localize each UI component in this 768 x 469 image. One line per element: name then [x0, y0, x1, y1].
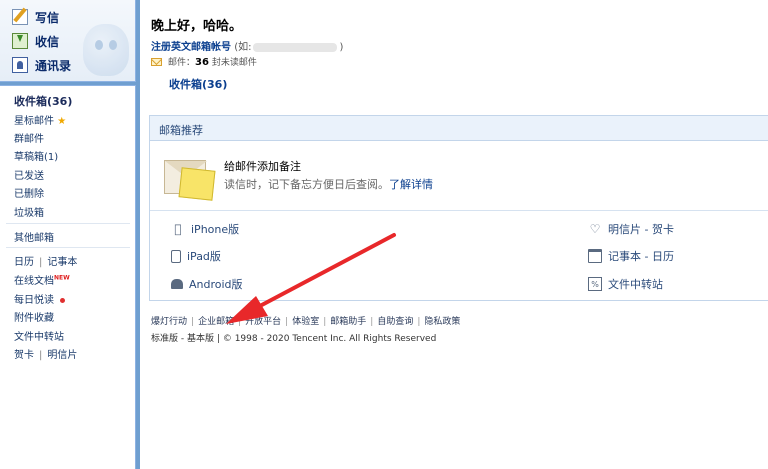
contacts-label: 通讯录 [35, 58, 72, 73]
folder-spam[interactable]: 垃圾箱 [14, 204, 44, 219]
notepad-calendar-label: 记事本 - 日历 [608, 250, 674, 263]
folder-deleted[interactable]: 已删除 [14, 185, 44, 200]
card-postcard-row: 贺卡 | 明信片 [14, 350, 78, 361]
contacts-icon [12, 57, 28, 73]
android-label: Android版 [189, 278, 243, 291]
redacted-address [253, 42, 338, 52]
nav-divider [6, 223, 130, 224]
tablet-icon [171, 249, 181, 263]
apple-icon:  [171, 222, 185, 236]
version-dash: - [180, 334, 185, 344]
new-badge: NEW [54, 274, 70, 282]
postcard-link[interactable]: 明信片 [47, 350, 77, 361]
compose-button[interactable]: 写信 [12, 6, 59, 28]
sticky-note-illustration-icon [164, 156, 216, 201]
folder-sent[interactable]: 已发送 [14, 167, 44, 182]
inbox-link[interactable]: 收件箱(36) [169, 76, 227, 92]
notepad-link[interactable]: 记事本 [47, 257, 77, 268]
attachments-link[interactable]: 附件收藏 [14, 309, 54, 324]
basic-version-link[interactable]: 基本版 [187, 334, 214, 344]
folder-other-mailboxes[interactable]: 其他邮箱 [14, 229, 54, 244]
daily-read-label: 每日悦读 [14, 295, 54, 306]
file-transfer-label: 文件中转站 [608, 278, 663, 291]
recommend-desc: 读信时，记下备忘方便日后查阅。 [224, 178, 389, 191]
folder-drafts[interactable]: 草稿箱(1) [14, 148, 58, 163]
folder-groups[interactable]: 群邮件 [14, 130, 44, 145]
iphone-label: iPhone版 [191, 223, 240, 236]
footer-link[interactable]: 隐私政策 [424, 317, 460, 327]
star-icon: ★ [57, 116, 67, 127]
copyright-text: © 1998 - 2020 Tencent Inc. All Rights Re… [222, 334, 437, 344]
unread-dot-icon [60, 297, 65, 303]
unread-count: 36 [195, 57, 209, 68]
recommend-header: 邮箱推荐 [150, 116, 768, 141]
unread-prefix: 邮件： [168, 58, 196, 68]
footer-link[interactable]: 企业邮箱 [198, 317, 234, 327]
receive-icon [12, 33, 28, 49]
nav-divider [6, 247, 130, 248]
register-english-account-link[interactable]: 注册英文邮箱帐号 [151, 42, 231, 53]
greeting-text: 晚上好，哈哈。 [151, 19, 243, 34]
android-icon [171, 279, 183, 289]
compose-icon [12, 9, 28, 25]
footer-link[interactable]: 自助查询 [377, 317, 413, 327]
compose-label: 写信 [35, 10, 60, 25]
footer-link[interactable]: 邮箱助手 [330, 317, 366, 327]
footer-version-copyright: 标准版 - 基本版 | © 1998 - 2020 Tencent Inc. A… [151, 334, 437, 344]
register-hint-prefix: (如: [234, 42, 252, 53]
recommend-title: 给邮件添加备注 [224, 160, 301, 173]
calendar-notepad-row: 日历 | 记事本 [14, 257, 78, 268]
contacts-button[interactable]: 通讯录 [12, 54, 71, 76]
calendar-icon [588, 249, 602, 263]
recommend-desc-row: 读信时，记下备忘方便日后查阅。了解详情 [224, 176, 433, 192]
folder-starred[interactable]: 星标邮件 ★ [14, 112, 66, 127]
daily-read-link[interactable]: 每日悦读 [14, 291, 65, 306]
iphone-app-link[interactable]:  iPhone版 [171, 221, 239, 237]
footer-links: 爆灯行动 | 企业邮箱 | 开放平台 | 体验室 | 邮箱助手 | 自助查询 | 隐私政策 [151, 317, 461, 327]
file-transfer-link[interactable]: 文件中转站 [14, 328, 64, 343]
standard-version-link[interactable]: 标准版 [151, 334, 178, 344]
receive-label: 收信 [35, 34, 60, 49]
footer-link[interactable]: 爆灯行动 [151, 317, 187, 327]
receive-button[interactable]: 收信 [12, 30, 59, 52]
folder-starred-label: 星标邮件 [14, 116, 54, 127]
sidebar-folder-list: 收件箱(36) 星标邮件 ★ 群邮件 草稿箱(1) 已发送 已删除 垃圾箱 其他… [0, 85, 136, 469]
postcard-card-label: 明信片 - 贺卡 [608, 223, 674, 236]
main-content: 晚上好，哈哈。 注册英文邮箱帐号 (如:) 邮件：36 封未读邮件 收件箱(36… [140, 0, 768, 469]
ipad-app-link[interactable]: iPad版 [171, 248, 221, 264]
footer-link[interactable]: 开放平台 [245, 317, 281, 327]
file-transfer-app-link[interactable]: % 文件中转站 [588, 276, 663, 292]
notepad-calendar-link[interactable]: 记事本 - 日历 [588, 248, 674, 264]
mailbox-recommend-panel: 邮箱推荐 给邮件添加备注 读信时，记下备忘方便日后查阅。了解详情  iPhon… [149, 115, 768, 301]
greeting-card-link[interactable]: 贺卡 [14, 350, 34, 361]
recommend-divider [150, 210, 768, 211]
heart-icon: ♡ [589, 222, 601, 236]
register-english-account-row: 注册英文邮箱帐号 (如:) [151, 38, 343, 53]
online-docs-label: 在线文档 [14, 276, 54, 287]
register-hint-suffix: ) [339, 42, 344, 53]
online-docs-link[interactable]: 在线文档NEW [14, 272, 70, 287]
envelope-icon [151, 57, 162, 66]
calendar-link[interactable]: 日历 [14, 257, 34, 268]
ipad-label: iPad版 [187, 250, 221, 263]
android-app-link[interactable]: Android版 [171, 276, 243, 292]
folder-inbox[interactable]: 收件箱(36) [14, 93, 72, 109]
file-transfer-icon: % [588, 277, 602, 291]
unread-summary: 邮件：36 封未读邮件 [151, 55, 257, 68]
unread-suffix: 封未读邮件 [211, 58, 257, 68]
sidebar-top-panel: 写信 收信 通讯录 [0, 0, 136, 82]
mascot-watermark-icon [83, 24, 129, 76]
postcard-card-link[interactable]: ♡ 明信片 - 贺卡 [588, 221, 674, 237]
footer-link[interactable]: 体验室 [292, 317, 319, 327]
learn-more-link[interactable]: 了解详情 [389, 178, 433, 191]
